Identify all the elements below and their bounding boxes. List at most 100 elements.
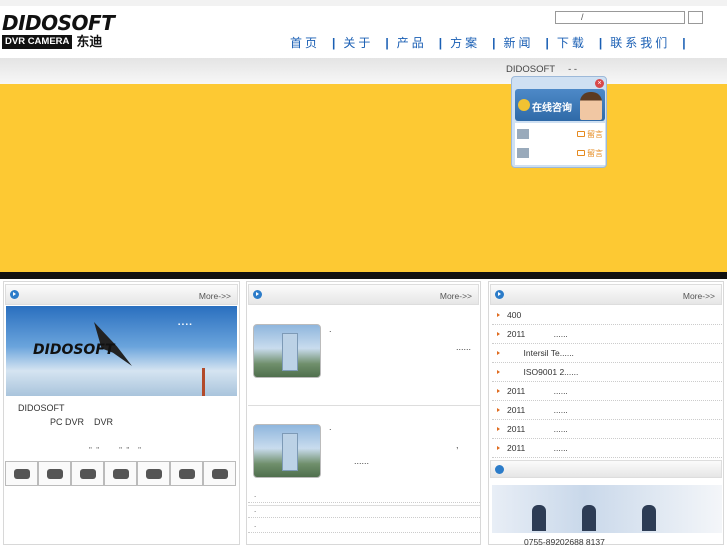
message-link[interactable]: 留言 bbox=[577, 129, 603, 140]
more-link[interactable]: More->> bbox=[440, 291, 472, 301]
section-header: More->> bbox=[5, 284, 238, 305]
arrow-icon bbox=[497, 370, 500, 374]
section-header: More->> bbox=[248, 284, 479, 305]
nav-item[interactable]: 关于 bbox=[335, 34, 385, 51]
list-item-text: 2011 ...... bbox=[507, 386, 568, 396]
list-item[interactable]: Intersil Te...... bbox=[492, 344, 722, 363]
product-thumbs bbox=[5, 461, 236, 486]
list-item-text: Intersil Te...... bbox=[507, 348, 574, 358]
main-nav: 首页 | 关于 | 产品 | 方案 | 新闻 | 下载 | 联系我们 | bbox=[282, 34, 686, 51]
more-link[interactable]: More->> bbox=[683, 291, 715, 301]
logo-box: DVR CAMERA bbox=[2, 35, 73, 49]
news-text: . bbox=[329, 422, 332, 432]
chat-title: 在线咨询 bbox=[532, 103, 572, 114]
person-graphic bbox=[642, 505, 656, 531]
news-more[interactable]: ...... bbox=[354, 456, 369, 466]
contact-phone: 0755-89202688 8137 bbox=[524, 537, 605, 545]
message-label: 留言 bbox=[587, 148, 603, 158]
company-text: PC DVR DVR bbox=[50, 417, 114, 427]
banner[interactable] bbox=[0, 84, 727, 272]
news-line[interactable]: . bbox=[248, 488, 480, 503]
list-item[interactable]: 2011 ...... bbox=[492, 401, 722, 420]
nav-item[interactable]: 方案 bbox=[442, 34, 492, 51]
news-line[interactable]: . bbox=[248, 503, 480, 518]
product-thumb[interactable] bbox=[137, 461, 170, 486]
arrow-circle-icon bbox=[253, 290, 262, 299]
top-band bbox=[0, 0, 727, 6]
section-header: More->> bbox=[490, 284, 722, 305]
news-image[interactable] bbox=[253, 424, 321, 478]
list-item-text: 2011 ...... bbox=[507, 424, 568, 434]
chat-row[interactable]: 留言 bbox=[517, 127, 603, 141]
list-item[interactable]: 2011 ...... bbox=[492, 420, 722, 439]
news-lines: . . . bbox=[248, 488, 480, 533]
product-thumb[interactable] bbox=[203, 461, 236, 486]
search-input[interactable]: / bbox=[555, 11, 685, 24]
company-image[interactable]: ▪ ▪ ▪ ▪ DIDOSOFT bbox=[6, 306, 237, 396]
message-label: 留言 bbox=[587, 129, 603, 139]
chat-row[interactable]: 留言 bbox=[517, 146, 603, 160]
list-item-text: 2011 ...... bbox=[507, 329, 568, 339]
message-link[interactable]: 留言 bbox=[577, 148, 603, 159]
chat-widget[interactable]: × 在线咨询 留言 留言 bbox=[511, 76, 607, 168]
news-item[interactable]: . ...... bbox=[248, 306, 480, 406]
logo[interactable]: DIDOSOFT DVR CAMERA 东迪 bbox=[2, 12, 126, 52]
column-list: More->> 400 2011 ...... Intersil Te.....… bbox=[488, 281, 724, 545]
nav-item[interactable]: 联系我们 bbox=[602, 34, 682, 51]
news-line[interactable]: . bbox=[248, 518, 480, 533]
list-item[interactable]: 2011 ...... bbox=[492, 325, 722, 344]
product-thumb[interactable] bbox=[5, 461, 38, 486]
user-icon bbox=[517, 148, 529, 158]
company-text: " " " " " bbox=[89, 446, 141, 455]
nav-item[interactable]: 首页 bbox=[282, 34, 332, 51]
product-thumb[interactable] bbox=[38, 461, 71, 486]
product-thumb[interactable] bbox=[71, 461, 104, 486]
nav-item[interactable]: 新闻 bbox=[496, 34, 546, 51]
news-list: 400 2011 ...... Intersil Te...... ISO900… bbox=[492, 306, 722, 458]
list-item[interactable]: ISO9001 2...... bbox=[492, 363, 722, 382]
arrow-circle-icon bbox=[495, 465, 504, 474]
envelope-icon bbox=[577, 150, 585, 156]
arrow-icon bbox=[497, 408, 500, 412]
list-item-text: 400 bbox=[507, 310, 522, 320]
logo-brand: DIDOSOFT bbox=[2, 11, 115, 35]
product-thumb[interactable] bbox=[104, 461, 137, 486]
chat-header: 在线咨询 bbox=[515, 89, 605, 121]
nav-item[interactable]: 下载 bbox=[549, 34, 599, 51]
list-item[interactable]: 2011 ...... bbox=[492, 439, 722, 458]
logo-cn: 东迪 bbox=[76, 34, 103, 49]
arrow-icon bbox=[497, 313, 500, 317]
news-more[interactable]: ...... bbox=[456, 342, 471, 352]
contact-header bbox=[490, 460, 722, 478]
page: DIDOSOFT DVR CAMERA 东迪 / 首页 | 关于 | 产品 | 方案 |… bbox=[0, 0, 727, 545]
chat-icon bbox=[518, 99, 530, 111]
contact-image bbox=[492, 485, 722, 533]
close-icon[interactable]: × bbox=[595, 79, 604, 88]
banner-text: DIDOSOFT - - bbox=[506, 64, 578, 75]
header-strip bbox=[0, 58, 727, 84]
company-text: DIDOSOFT bbox=[18, 403, 65, 413]
logo-sub: DVR CAMERA 东迪 bbox=[2, 35, 126, 49]
arrow-icon bbox=[497, 427, 500, 431]
nav-item[interactable]: 产品 bbox=[389, 34, 439, 51]
person-graphic bbox=[532, 505, 546, 531]
chat-body: 留言 留言 bbox=[515, 123, 605, 165]
search-button[interactable] bbox=[688, 11, 703, 24]
arrow-circle-icon bbox=[10, 290, 19, 299]
more-link[interactable]: More->> bbox=[199, 291, 231, 301]
arrow-icon bbox=[497, 446, 500, 450]
list-item[interactable]: 2011 ...... bbox=[492, 382, 722, 401]
bridge-graphic bbox=[202, 368, 205, 396]
nav-separator: | bbox=[682, 35, 686, 50]
envelope-icon bbox=[577, 131, 585, 137]
column-company: More->> ▪ ▪ ▪ ▪ DIDOSOFT DIDOSOFT PC DVR… bbox=[3, 281, 240, 545]
image-logo: DIDOSOFT bbox=[33, 342, 115, 358]
list-item[interactable]: 400 bbox=[492, 306, 722, 325]
list-item-text: 2011 ...... bbox=[507, 443, 568, 453]
banner-bar bbox=[0, 272, 727, 279]
agent-avatar bbox=[580, 92, 602, 120]
arrow-icon bbox=[497, 351, 500, 355]
news-image[interactable] bbox=[253, 324, 321, 378]
product-thumb[interactable] bbox=[170, 461, 203, 486]
user-icon bbox=[517, 129, 529, 139]
